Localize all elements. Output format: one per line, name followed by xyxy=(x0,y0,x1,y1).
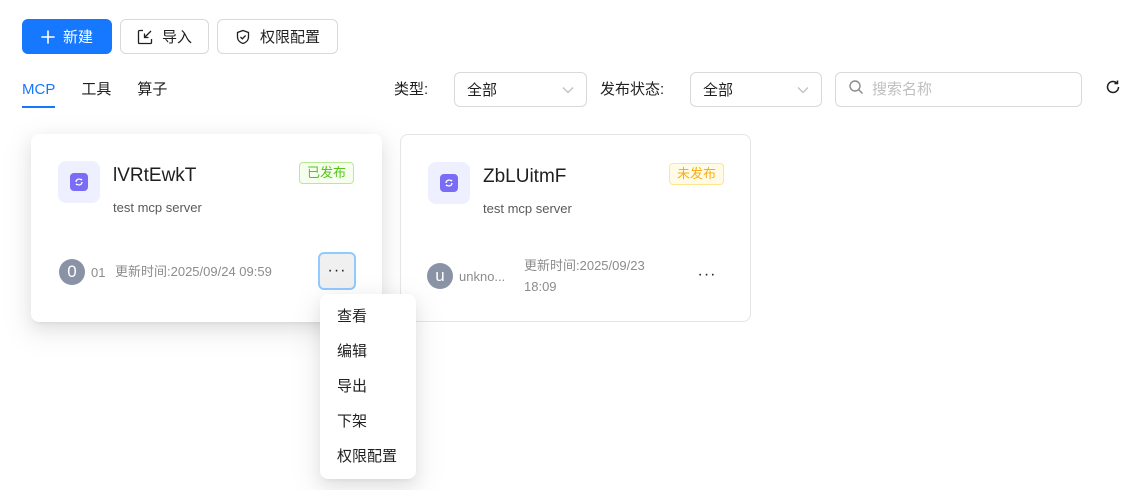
menu-item-export[interactable]: 导出 xyxy=(320,369,416,404)
chevron-down-icon xyxy=(562,81,574,98)
search-icon xyxy=(848,79,864,100)
avatar: 0 xyxy=(59,259,85,285)
search-box xyxy=(835,72,1082,107)
updated-time-clock: 18:09 xyxy=(524,279,557,294)
mcp-card[interactable]: ZbLUitmF 未发布 test mcp server u unkno... … xyxy=(400,134,751,322)
status-select-value: 全部 xyxy=(703,82,734,99)
tab-tools[interactable]: 工具 xyxy=(81,80,111,104)
card-description: test mcp server xyxy=(483,201,572,216)
new-button-label: 新建 xyxy=(62,29,93,46)
more-button[interactable]: ··· xyxy=(688,256,726,294)
refresh-button[interactable] xyxy=(1100,76,1126,102)
category-tabs: MCP 工具 算子 xyxy=(22,80,167,108)
mcp-server-icon xyxy=(58,161,100,203)
permission-config-button[interactable]: 权限配置 xyxy=(217,19,338,54)
updated-time: 更新时间:2025/09/23 18:09 xyxy=(524,255,645,297)
tab-operators[interactable]: 算子 xyxy=(137,80,167,104)
card-actions-menu: 查看 编辑 导出 下架 权限配置 xyxy=(320,294,416,479)
new-button[interactable]: 新建 xyxy=(22,19,112,54)
updated-time-date: 更新时间:2025/09/23 xyxy=(524,258,645,273)
mcp-server-icon xyxy=(428,162,470,204)
card-description: test mcp server xyxy=(113,200,202,215)
owner-name: unkno... xyxy=(459,269,506,284)
more-button[interactable]: ··· xyxy=(318,252,356,290)
status-badge: 已发布 xyxy=(298,162,354,184)
menu-item-view[interactable]: 查看 xyxy=(320,299,416,334)
type-select-value: 全部 xyxy=(467,82,498,99)
menu-item-unpublish[interactable]: 下架 xyxy=(320,404,416,439)
import-icon xyxy=(137,29,153,45)
menu-item-permission[interactable]: 权限配置 xyxy=(320,439,416,474)
toolbar: 新建 导入 权限配置 xyxy=(22,19,338,54)
card-title: lVRtEwkT xyxy=(113,165,197,186)
permission-config-label: 权限配置 xyxy=(259,29,320,46)
card-title: ZbLUitmF xyxy=(483,166,567,187)
shield-icon xyxy=(235,29,251,45)
import-button-label: 导入 xyxy=(161,29,192,46)
status-select[interactable]: 全部 xyxy=(690,72,822,107)
owner-name: 01 xyxy=(91,265,106,280)
menu-item-edit[interactable]: 编辑 xyxy=(320,334,416,369)
status-filter-label: 发布状态: xyxy=(600,81,665,98)
chevron-down-icon xyxy=(797,81,809,98)
type-select[interactable]: 全部 xyxy=(454,72,587,107)
status-badge: 未发布 xyxy=(668,163,724,185)
tab-mcp[interactable]: MCP xyxy=(22,80,56,108)
avatar: u xyxy=(427,263,453,289)
plus-icon xyxy=(41,29,55,44)
refresh-icon xyxy=(1105,79,1121,100)
updated-time: 更新时间:2025/09/24 09:59 xyxy=(115,264,272,279)
type-filter-label: 类型: xyxy=(394,81,429,98)
search-input[interactable] xyxy=(872,81,1062,98)
import-button[interactable]: 导入 xyxy=(120,19,209,54)
